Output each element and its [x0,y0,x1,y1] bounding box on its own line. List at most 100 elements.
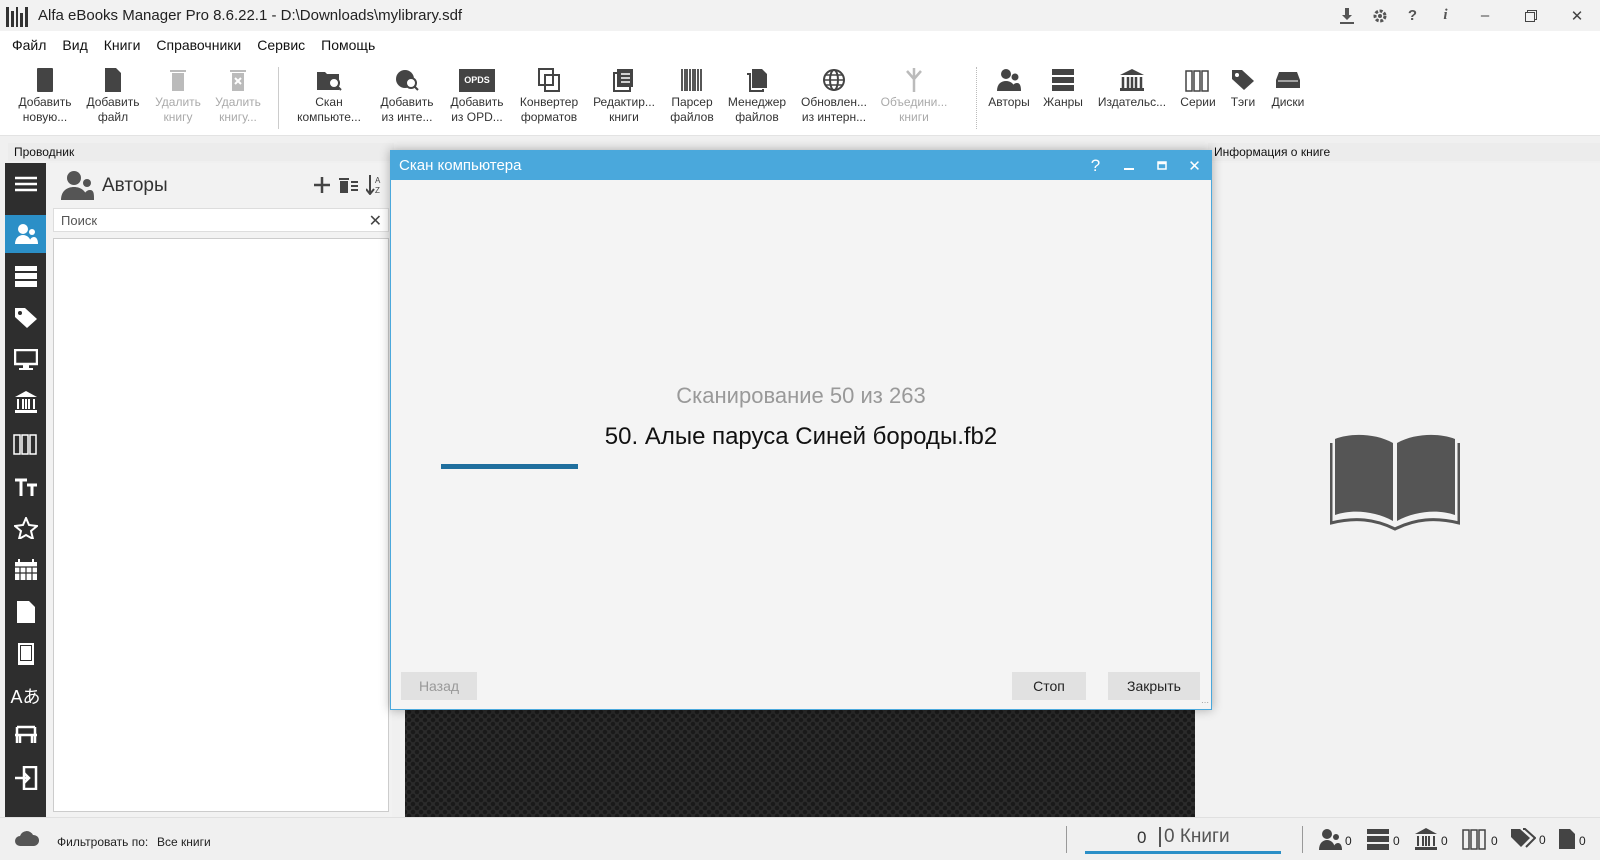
add-opds-label-2: из OPD... [451,110,503,124]
info-icon[interactable]: i [1429,0,1462,31]
add-file-button[interactable]: Добавить файл [82,65,144,125]
authors-list[interactable] [53,238,389,812]
nav-book-icon[interactable] [5,635,46,673]
converter-label-1: Конвертер [519,95,579,109]
scan-computer-button[interactable]: Скан компьюте... [292,65,366,125]
nav-authors-icon[interactable] [5,215,46,253]
dialog-maximize-icon[interactable] [1145,151,1178,180]
update-from-internet-button[interactable]: Обновлен... из интерн... [798,65,870,125]
dialog-minimize-icon[interactable] [1112,151,1145,180]
series-label: Серии [1180,95,1216,109]
publishers-button[interactable]: Издательс... [1096,65,1168,110]
toolbar-separator [278,67,279,129]
scan-computer-dialog: Скан компьютера ? ✕ Сканирование 50 из 2… [390,150,1212,710]
add-file-label-1: Добавить [86,95,140,109]
author-search-input[interactable]: Поиск ✕ [53,208,389,232]
download-icon[interactable] [1330,0,1363,31]
status-bar: Фильтровать по: Все книги 0 0 Книги 0 0 … [0,817,1600,860]
menu-view[interactable]: Вид [54,37,95,53]
help-icon[interactable]: ? [1396,0,1429,31]
filter-label: Фильтровать по: [57,835,149,849]
disks-button[interactable]: Диски [1268,65,1308,110]
globe-search-icon [374,65,440,95]
delete-book-file-button[interactable]: Удалить книгу... [208,65,268,125]
delete-author-icon[interactable] [338,176,358,197]
menu-bar: Файл Вид Книги Справочники Сервис Помощь [0,31,1600,59]
dialog-help-icon[interactable]: ? [1079,151,1112,180]
genres-stat: 0 [1366,828,1400,853]
menu-books[interactable]: Книги [96,37,149,53]
publishers-building-icon [1096,65,1168,95]
window-title: Alfa eBooks Manager Pro 8.6.22.1 - D:\Do… [38,7,463,24]
hamburger-menu-icon[interactable] [5,165,46,203]
series-button[interactable]: Серии [1176,65,1220,110]
nav-computer-icon[interactable] [5,341,46,379]
toolbar-separator-dotted [976,67,977,129]
stop-button[interactable]: Стоп [1012,672,1086,700]
nav-genres-icon[interactable] [5,257,46,295]
title-bar: Alfa eBooks Manager Pro 8.6.22.1 - D:\Do… [0,0,1600,31]
close-dialog-button[interactable]: Закрыть [1108,672,1200,700]
tags-label: Тэги [1230,95,1256,109]
merge-label-1: Объедини... [880,95,948,109]
sort-az-icon[interactable]: AZ [365,175,384,198]
file-manager-button[interactable]: Менеджер файлов [724,65,790,125]
tag-icon [1224,65,1262,95]
nav-language-icon[interactable]: Aあ [5,677,46,715]
authors-button[interactable]: Авторы [984,65,1034,110]
disks-label: Диски [1271,95,1305,109]
nav-file-icon[interactable] [5,593,46,631]
info-panel-header: Информация о книге [1208,143,1600,161]
delete-book2-label-2: книгу... [219,110,257,124]
add-new-book-button[interactable]: Добавить новую... [14,65,76,125]
filter-value[interactable]: Все книги [157,835,211,849]
restore-button[interactable] [1508,0,1554,31]
publishers-label: Издательс... [1097,95,1167,109]
cloud-icon[interactable] [14,830,40,851]
format-converter-button[interactable]: Конвертер форматов [514,65,584,125]
genres-button[interactable]: Жанры [1038,65,1088,110]
add-from-opds-button[interactable]: OPDS Добавить из OPD... [444,65,510,125]
nav-publishers-icon[interactable] [5,383,46,421]
file-add-icon [82,65,144,95]
nav-library-shelf-icon[interactable] [5,716,46,754]
settings-gear-icon[interactable] [1363,0,1396,31]
book-editor-button[interactable]: Редактир... книги [588,65,660,125]
merge-label-2: книги [899,110,929,124]
book-add-icon [14,65,76,95]
converter-label-2: форматов [520,110,578,124]
authors-panel: Авторы AZ Поиск ✕ [50,163,392,817]
add-opds-label-1: Добавить [450,95,504,109]
tags-button[interactable]: Тэги [1224,65,1262,110]
add-file-label-2: файл [97,110,129,124]
file-parser-button[interactable]: Парсер файлов [664,65,720,125]
menu-service[interactable]: Сервис [249,37,313,53]
back-button[interactable]: Назад [401,672,477,700]
nav-calendar-icon[interactable] [5,551,46,589]
svg-text:Z: Z [375,186,380,195]
add-author-plus-icon[interactable] [314,177,330,196]
nav-exit-icon[interactable] [5,759,46,797]
menu-file[interactable]: Файл [4,37,54,53]
clear-search-icon[interactable]: ✕ [369,211,382,231]
nav-tags-icon[interactable] [5,299,46,337]
add-from-internet-button[interactable]: Добавить из инте... [374,65,440,125]
menu-references[interactable]: Справочники [148,37,249,53]
nav-favorites-star-icon[interactable] [5,509,46,547]
files-stat-count: 0 [1579,833,1586,848]
dialog-close-icon[interactable]: ✕ [1178,151,1211,180]
scan-label-2: компьюте... [297,110,361,124]
close-window-button[interactable]: ✕ [1554,0,1600,31]
tags-stat-icon [1510,828,1537,851]
dialog-title: Скан компьютера [399,157,522,174]
add-internet-label-2: из инте... [381,110,433,124]
resize-grip-icon[interactable]: ⋯ [1201,698,1209,707]
delete-book-button[interactable]: Удалить книгу [150,65,206,125]
status-separator-2 [1302,826,1303,853]
nav-font-size-icon[interactable] [5,467,46,505]
menu-help[interactable]: Помощь [313,37,383,53]
merge-books-button[interactable]: Объедини... книги [878,65,950,125]
explorer-panel-header: Проводник [8,143,394,161]
minimize-button[interactable]: – [1462,0,1508,31]
nav-series-icon[interactable] [5,425,46,463]
